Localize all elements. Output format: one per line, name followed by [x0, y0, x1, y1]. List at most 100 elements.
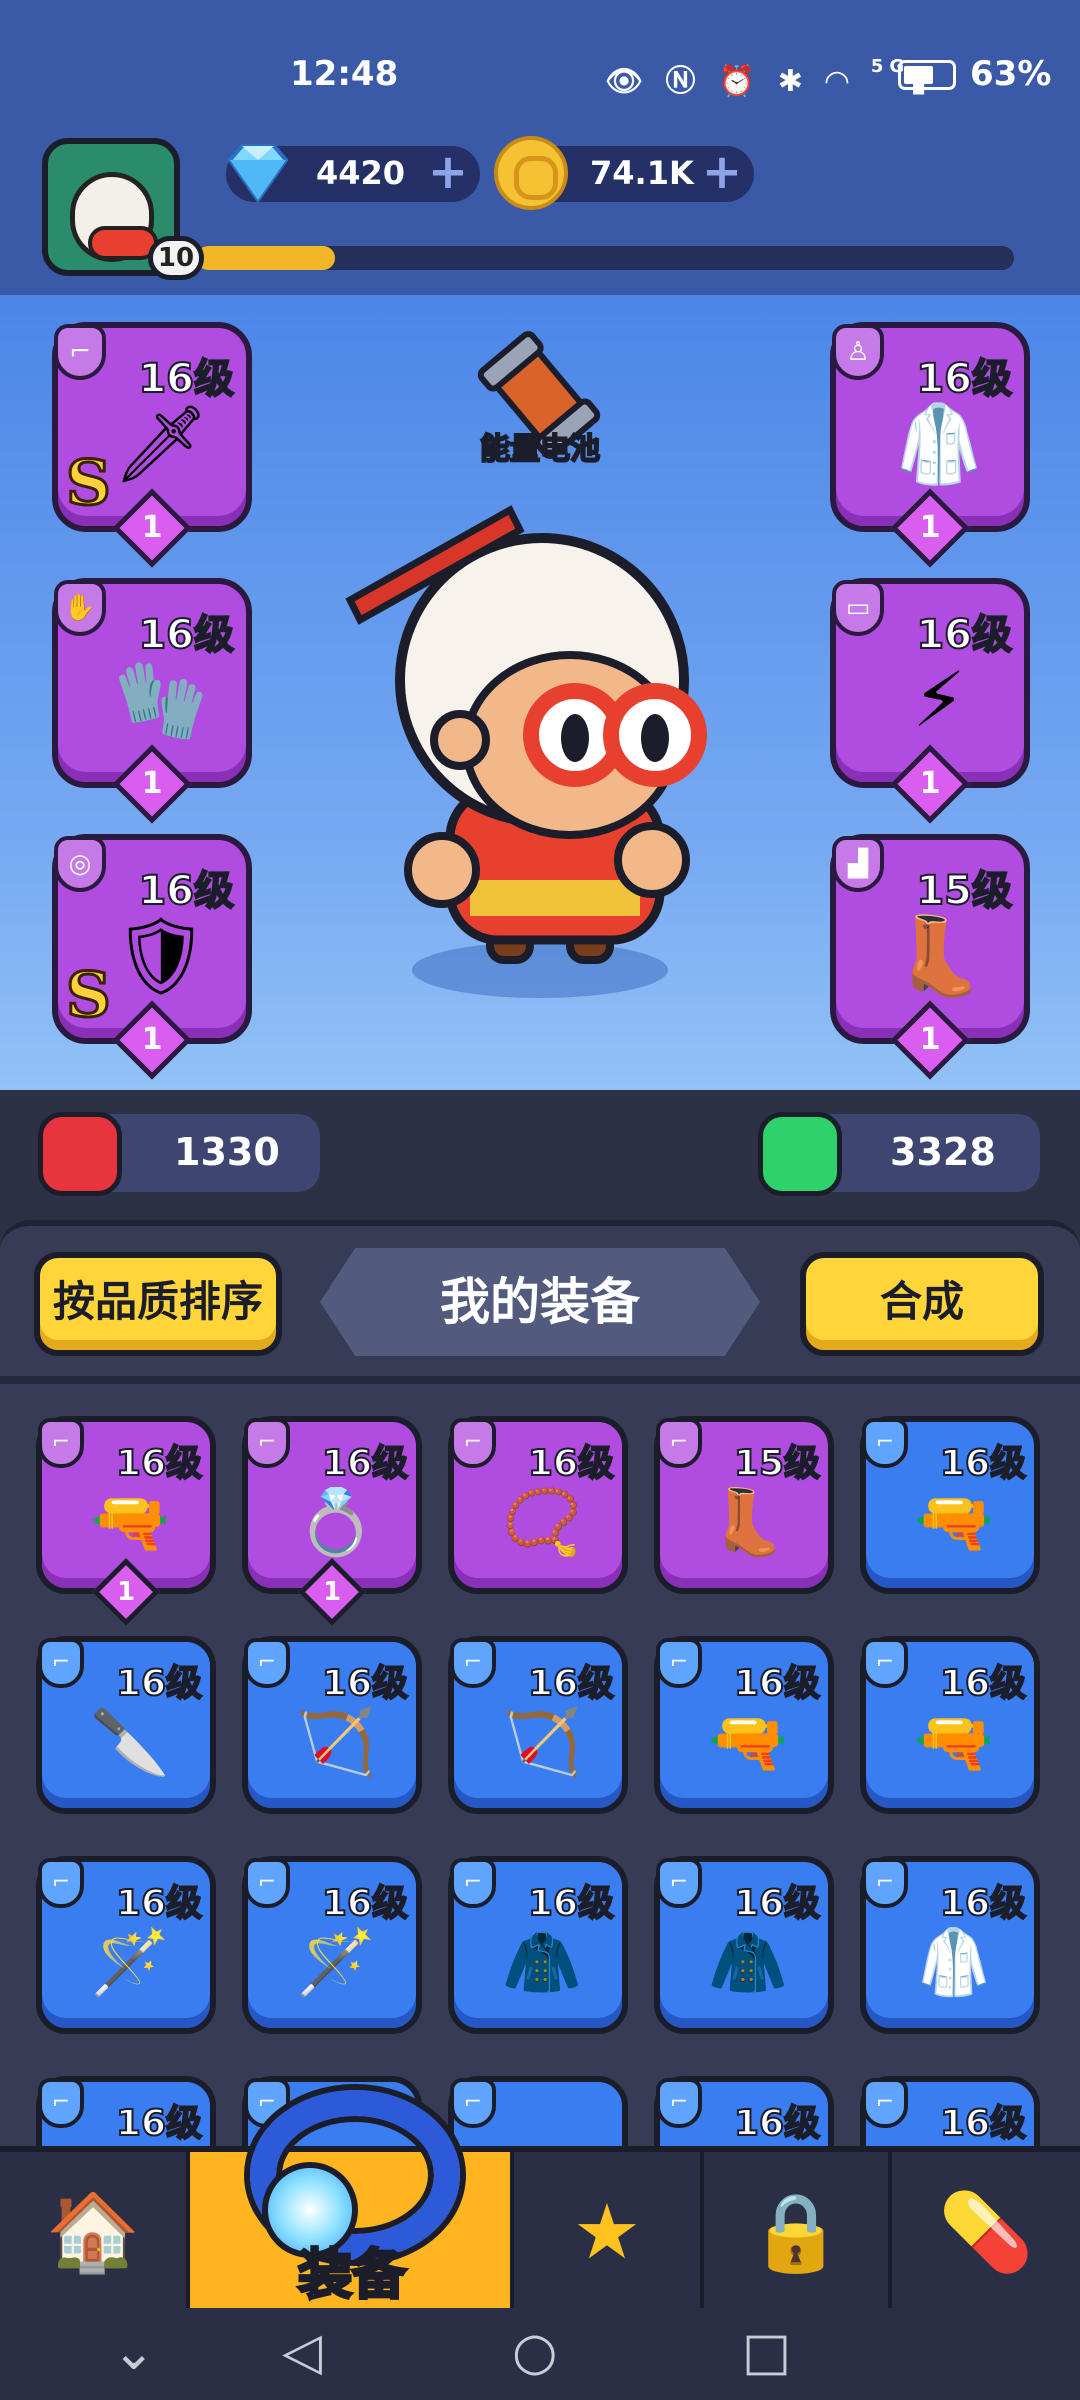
lock-icon: 🔒	[748, 2187, 844, 2276]
ring-icon: 💍	[296, 1486, 376, 1560]
slot-type-tag: ⌐	[54, 324, 106, 380]
inventory-item[interactable]: ⌐ 📿 16级	[448, 1416, 628, 1594]
inventory-item[interactable]: ⌐ 🧥 16级	[448, 1856, 628, 2034]
add-coins-button[interactable]: +	[700, 148, 744, 196]
inventory-item[interactable]: ⌐💍16级	[860, 2076, 1040, 2146]
grade-badge: S	[65, 957, 113, 1033]
inventory-item[interactable]: ⌐ 🪄 16级	[36, 1856, 216, 2034]
shop-icon: 🏠	[45, 2187, 141, 2276]
inventory-item[interactable]: ⌐ 🔫 16级 1	[36, 1416, 216, 1626]
heart-icon	[758, 1112, 842, 1196]
boots-icon: 👢	[891, 911, 987, 1000]
capsule-icon: 💊	[938, 2187, 1034, 2276]
cloak-icon: 🧥	[708, 1926, 788, 2000]
belt-icon: ⚡	[912, 655, 966, 744]
item-type-tag: ⌐	[38, 1638, 84, 1688]
item-level: 16级	[939, 2102, 1027, 2145]
star-count: 1	[919, 766, 941, 801]
inventory-item[interactable]: ⌐ 🏹 16级	[242, 1636, 422, 1814]
equipped-slot-5[interactable]: ▭ 16级 ⚡ 1	[830, 578, 1030, 824]
equipped-slot-6[interactable]: ▟ 15级 👢 1	[830, 834, 1030, 1080]
health-value: 3328	[890, 1130, 996, 1174]
inventory-item[interactable]: ⌐💍	[448, 2076, 628, 2146]
battery-level	[904, 66, 933, 84]
item-type-tag: ⌐	[862, 1858, 908, 1908]
xp-bar	[196, 246, 1014, 270]
coin-counter[interactable]: 74.1K +	[494, 136, 754, 210]
inventory-item[interactable]: ⌐ 🪄 16级	[242, 1856, 422, 2034]
status-icons: 👁 Ⓝ ⏰ ✱ ◠ 5G▮	[605, 56, 927, 99]
robe-icon: 🥼	[914, 1926, 994, 2000]
inventory-item[interactable]: ⌐ 🧥 16级	[654, 1856, 834, 2034]
item-type-tag: ⌐	[450, 1858, 496, 1908]
coin-amount: 74.1K	[590, 154, 694, 192]
player-level-badge: 10	[148, 236, 204, 280]
gloves-icon: 🧤	[113, 655, 209, 744]
inventory-item[interactable]: ⌐🦺16级	[36, 2076, 216, 2146]
inventory-item[interactable]: ⌐ 🔪 16级	[36, 1636, 216, 1814]
inventory-item[interactable]: ⌐ 🔫 16级	[860, 1636, 1040, 1814]
item-level: 16级	[115, 1442, 203, 1485]
item-level: 16级	[733, 1882, 821, 1925]
xp-fill	[196, 246, 336, 270]
item-level: 16级	[115, 1662, 203, 1705]
star-badge: 1	[92, 1558, 160, 1626]
inventory-item[interactable]: ⌐ 🔫 16级	[654, 1636, 834, 1814]
staff-icon: 🪄	[296, 1926, 376, 2000]
item-type-tag: ⌐	[244, 1418, 290, 1468]
nav-tab-shop-capsule[interactable]: 💊	[892, 2152, 1080, 2308]
inventory-item[interactable]: ⌐ 👢 15级	[654, 1416, 834, 1594]
gem-amount: 4420	[316, 154, 406, 192]
inventory-item[interactable]: ⌐ 💍 16级 1	[242, 1416, 422, 1626]
item-level: 16级	[321, 1882, 409, 1925]
star-count: 1	[919, 1022, 941, 1057]
item-level: 16级	[527, 1662, 615, 1705]
status-bar: 12:48 👁 Ⓝ ⏰ ✱ ◠ 5G▮ 63%	[0, 50, 1080, 110]
attack-value: 1330	[174, 1130, 280, 1174]
crossbow-icon: 🏹	[502, 1706, 582, 1780]
system-recents-button[interactable]: □	[742, 2322, 791, 2382]
battle-star-icon: ★	[572, 2187, 642, 2276]
add-gems-button[interactable]: +	[426, 148, 470, 196]
boots-icon: 👢	[708, 1486, 788, 1560]
slot-type-tag: ▟	[832, 836, 884, 892]
item-type-tag: ⌐	[656, 1858, 702, 1908]
equipped-slot-1[interactable]: ⌐ 16级 🗡 S 1	[52, 322, 252, 568]
status-time: 12:48	[290, 54, 399, 94]
system-menu-button[interactable]: ⌄	[112, 2322, 156, 2382]
cloak-icon: 🧥	[502, 1926, 582, 2000]
necklace-icon: 📿	[502, 1486, 582, 1560]
inventory-item[interactable]: ⌐💍16级	[654, 2076, 834, 2146]
sort-by-quality-button[interactable]: 按品质排序	[34, 1252, 282, 1356]
panel-divider	[0, 1376, 1080, 1384]
battery-icon	[898, 60, 956, 90]
merge-button[interactable]: 合成	[800, 1252, 1044, 1356]
crossbow-icon: 🏹	[296, 1706, 376, 1780]
equipped-slot-3[interactable]: ◎ 16级 🛡 S 1	[52, 834, 252, 1080]
attack-stat: 1330	[38, 1112, 320, 1196]
inventory-item[interactable]: ⌐ 🥼 16级	[860, 1856, 1040, 2034]
system-back-button[interactable]: ◁	[282, 2322, 322, 2382]
nav-tab-locked[interactable]: 🔒	[704, 2152, 892, 2308]
amulet-icon: 🛡	[112, 911, 210, 1000]
item-type-tag: ⌐	[38, 2078, 84, 2128]
item-type-tag: ⌐	[450, 1418, 496, 1468]
inventory-item[interactable]: ⌐ 🏹 16级	[448, 1636, 628, 1814]
item-type-tag: ⌐	[450, 1638, 496, 1688]
star-count: 1	[141, 1022, 163, 1057]
nav-tab-shop[interactable]: 🏠	[0, 2152, 190, 2308]
system-home-button[interactable]: ○	[512, 2322, 557, 2382]
staff-icon: 🪄	[90, 1926, 170, 2000]
nav-tab-battle[interactable]: ★	[514, 2152, 704, 2308]
item-level: 16级	[733, 2102, 821, 2145]
equipped-slot-4[interactable]: ♙ 16级 🥼 1	[830, 322, 1030, 568]
bottom-nav: 🏠 ★ 🔒 💊	[0, 2146, 1080, 2308]
inventory-item[interactable]: ⌐ 🔫 16级	[860, 1416, 1040, 1594]
item-type-tag: ⌐	[656, 1418, 702, 1468]
gem-counter[interactable]: 4420 +	[226, 144, 480, 204]
hero-character[interactable]	[330, 480, 750, 1000]
grade-badge: S	[65, 445, 113, 521]
equipped-slot-2[interactable]: ✋ 16级 🧤 1	[52, 578, 252, 824]
item-level: 16级	[939, 1662, 1027, 1705]
item-level: 16级	[115, 2102, 203, 2145]
